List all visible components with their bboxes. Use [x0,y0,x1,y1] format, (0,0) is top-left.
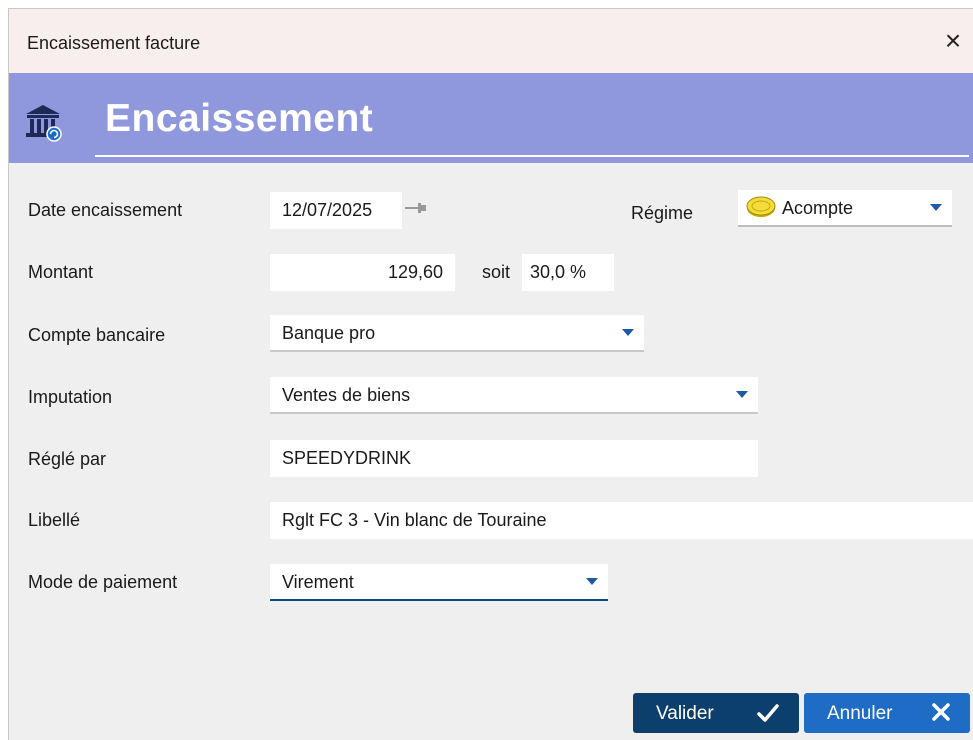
date-input[interactable]: 12/07/2025 [270,192,402,229]
compte-value: Banque pro [282,323,376,343]
mode-select[interactable]: Virement [270,564,608,601]
annuler-label: Annuler [827,703,893,724]
percent-input[interactable]: 30,0 % [522,254,614,291]
check-icon [757,704,779,722]
valider-button[interactable]: Valider [633,693,799,733]
chevron-down-icon [736,391,748,398]
close-icon [932,703,950,721]
pin-icon[interactable] [404,201,428,215]
libelle-input[interactable]: Rglt FC 3 - Vin blanc de Touraine [270,502,973,539]
bank-icon [26,105,62,142]
header-banner: Encaissement [9,73,973,163]
imputation-select[interactable]: Ventes de biens [270,377,758,414]
mode-value: Virement [282,572,354,592]
title-bar: Encaissement facture × [9,9,973,73]
window-title: Encaissement facture [27,33,201,53]
close-icon[interactable]: × [933,21,973,61]
montant-label: Montant [28,262,94,282]
chevron-down-icon [622,329,634,336]
compte-select[interactable]: Banque pro [270,315,644,352]
regime-label: Régime [631,203,694,223]
annuler-button[interactable]: Annuler [804,693,970,733]
title-underline [95,155,969,157]
chevron-down-icon [586,578,598,585]
soit-label: soit [482,262,511,282]
montant-input[interactable]: 129,60 [270,254,455,291]
date-label: Date encaissement [28,200,183,220]
imputation-value: Ventes de biens [282,385,411,405]
mode-label: Mode de paiement [28,572,178,592]
compte-label: Compte bancaire [28,325,166,345]
regle-par-label: Réglé par [28,449,107,469]
coin-icon [746,196,776,217]
page-title: Encaissement [105,97,374,140]
imputation-label: Imputation [28,387,113,407]
libelle-label: Libellé [28,510,81,530]
valider-label: Valider [656,703,714,724]
regle-par-input[interactable]: SPEEDYDRINK [270,440,758,477]
regime-value: Acompte [782,198,854,218]
chevron-down-icon [930,204,942,211]
